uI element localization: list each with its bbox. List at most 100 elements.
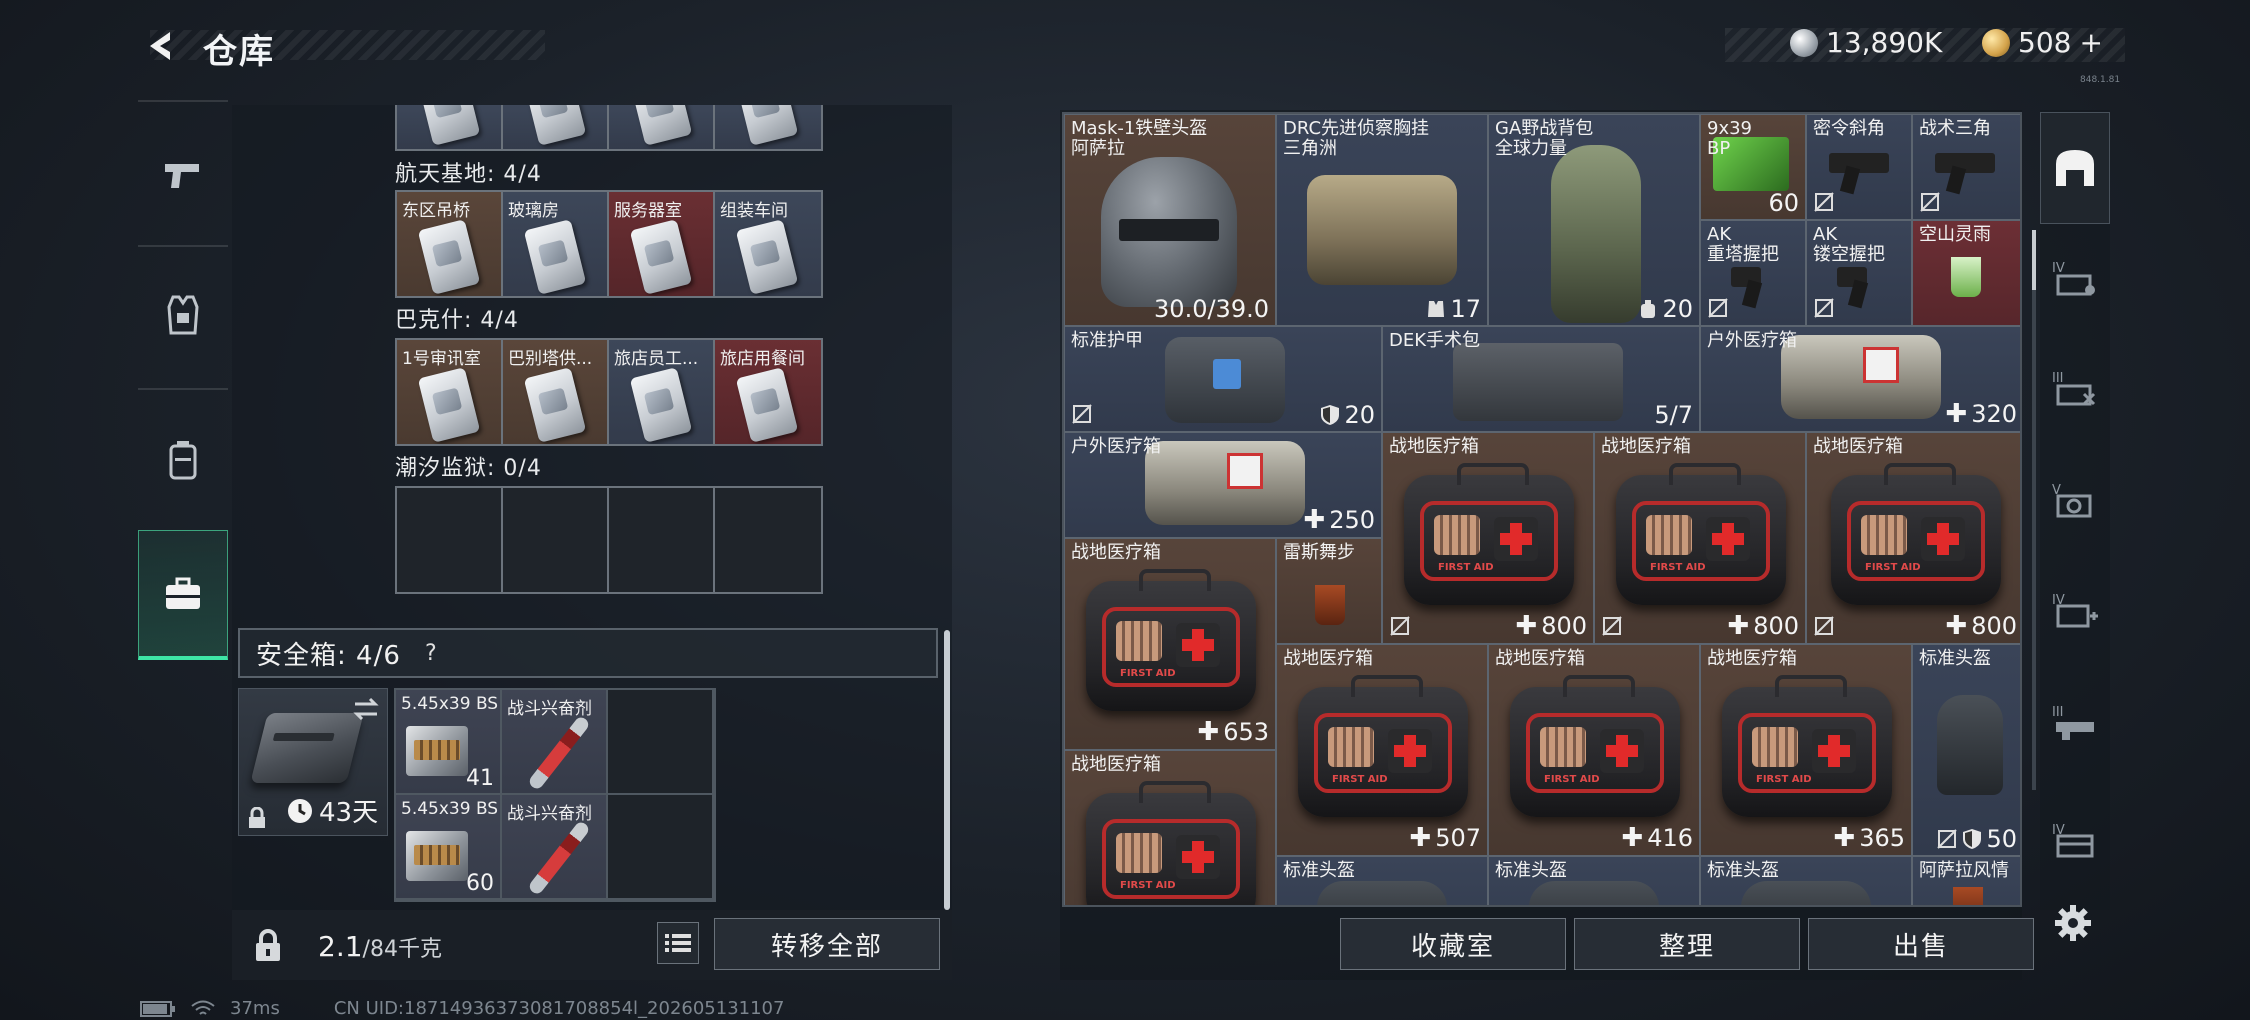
item-field-medkit[interactable]: 战地医疗箱 FIRST AID ✚ 800: [1382, 432, 1594, 644]
key-slot[interactable]: [715, 105, 821, 149]
sell-button[interactable]: 出售: [1808, 918, 2034, 970]
safe-slot-empty[interactable]: [608, 690, 714, 795]
item-field-medkit[interactable]: 战地医疗箱 FIRST AID ✚ 653: [1064, 538, 1276, 750]
nav-weapons[interactable]: [138, 110, 228, 240]
safe-duration: 43天: [287, 792, 378, 829]
collection-room-button[interactable]: 收藏室: [1340, 918, 1566, 970]
stash-tab-v[interactable]: V: [2040, 450, 2110, 550]
key-slot[interactable]: 东区吊桥: [397, 192, 503, 296]
first-aid-kit-icon: FIRST AID: [1831, 463, 2001, 605]
organize-button[interactable]: 整理: [1574, 918, 1800, 970]
key-slot[interactable]: 服务器室: [609, 192, 715, 296]
back-button[interactable]: [138, 24, 182, 68]
item-dek-surgical-kit[interactable]: DEK手术包 5/7: [1382, 326, 1700, 432]
gold-coin-icon: [1982, 28, 2010, 57]
warehouse-icon: [2056, 150, 2094, 186]
item-name: 户外医疗箱: [1071, 436, 1161, 457]
gold-currency[interactable]: 508 +: [1982, 26, 2103, 59]
key-slot[interactable]: 旅店员工...: [609, 340, 715, 444]
stash-tab-iv-1[interactable]: IV: [2040, 228, 2110, 328]
key-slot-empty[interactable]: [503, 488, 609, 592]
left-scrollbar[interactable]: [944, 630, 950, 910]
item-name: 战地医疗箱: [1389, 436, 1479, 457]
nav-backpack[interactable]: [138, 395, 228, 525]
stash-tab-iv-2[interactable]: IV: [2040, 560, 2110, 660]
item-hp: ✚ 800: [1515, 611, 1587, 641]
nav-armor[interactable]: [138, 250, 228, 380]
lock-button[interactable]: [240, 918, 296, 974]
item-angled-grip[interactable]: 密令斜角: [1806, 114, 1912, 220]
key-slot[interactable]: [397, 105, 503, 149]
safe-item-ammo[interactable]: 5.45x39 BS 60: [396, 795, 502, 900]
item-field-medkit[interactable]: 战地医疗箱 FIRST AID ✚ 365: [1700, 644, 1912, 856]
briefcase-icon: [166, 577, 200, 609]
item-outdoor-medkit[interactable]: 户外医疗箱 ✚ 320: [1700, 326, 2020, 432]
stash-tab-all[interactable]: [2040, 112, 2110, 224]
item-ga-backpack[interactable]: GA野战背包 全球力量 20: [1488, 114, 1700, 326]
item-ak-grip-heavy[interactable]: AK 重塔握把: [1700, 220, 1806, 326]
key-slot[interactable]: 巴别塔供...: [503, 340, 609, 444]
key-slot[interactable]: 组装车间: [715, 192, 821, 296]
capacity-value: 20: [1662, 295, 1693, 323]
grip-icon: [1935, 153, 1995, 173]
wifi-icon: [191, 1000, 215, 1015]
item-leisi-dance[interactable]: 雷斯舞步: [1276, 538, 1382, 644]
key-slot[interactable]: [609, 105, 715, 149]
stash-tab-iii-2[interactable]: III: [2040, 672, 2110, 772]
item-standard-helmet[interactable]: 标准头盔: [1488, 856, 1700, 905]
item-field-medkit[interactable]: 战地医疗箱 FIRST AID ✚ 800: [1806, 432, 2020, 644]
nav-safebox[interactable]: [138, 530, 228, 660]
stash-tab-iii-1[interactable]: III: [2040, 338, 2110, 438]
item-asala-style[interactable]: 阿萨拉风情: [1912, 856, 2020, 905]
safe-slot-empty[interactable]: [608, 795, 714, 900]
transfer-all-button[interactable]: 转移全部: [714, 918, 940, 970]
item-field-medkit[interactable]: 战地医疗箱 FIRST AID: [1064, 750, 1276, 905]
safe-case-icon: [250, 713, 364, 783]
item-standard-armor[interactable]: 标准护甲 20: [1064, 326, 1382, 432]
item-outdoor-medkit[interactable]: 户外医疗箱 ✚ 250: [1064, 432, 1382, 538]
item-tactical-grip[interactable]: 战术三角: [1912, 114, 2020, 220]
key-slot[interactable]: 玻璃房: [503, 192, 609, 296]
item-standard-helmet[interactable]: 标准头盔: [1700, 856, 1912, 905]
help-button[interactable]: ?: [415, 637, 447, 669]
item-field-medkit[interactable]: 战地医疗箱 FIRST AID ✚ 416: [1488, 644, 1700, 856]
key-slot[interactable]: 1号审讯室: [397, 340, 503, 444]
no-sale-icon: [1390, 616, 1410, 636]
safe-item-ammo[interactable]: 5.45x39 BS 41: [396, 690, 502, 795]
stash-tabs-scrollbar[interactable]: [2032, 230, 2036, 790]
pistol-icon: [165, 164, 199, 188]
item-standard-helmet[interactable]: 标准头盔 50: [1912, 644, 2020, 856]
settings-button[interactable]: [2050, 900, 2096, 946]
key-slot[interactable]: 旅店用餐间: [715, 340, 821, 444]
key-slot[interactable]: [503, 105, 609, 149]
key-slot-empty[interactable]: [715, 488, 821, 592]
item-field-medkit[interactable]: 战地医疗箱 FIRST AID ✚ 800: [1594, 432, 1806, 644]
item-standard-helmet[interactable]: 标准头盔: [1276, 856, 1488, 905]
safe-box-header: 安全箱: 4/6 ?: [238, 628, 938, 678]
add-gold-icon[interactable]: +: [2079, 26, 2102, 59]
list-view-button[interactable]: [657, 922, 699, 964]
helmet-icon: [1529, 881, 1659, 905]
item-field-medkit[interactable]: 战地医疗箱 FIRST AID ✚ 507: [1276, 644, 1488, 856]
key-slot-empty[interactable]: [609, 488, 715, 592]
item-mask-helmet[interactable]: Mask-1铁壁头盔 阿萨拉 30.0/39.0: [1064, 114, 1276, 326]
safe-box-case[interactable]: 43天: [238, 688, 388, 836]
keycard-icon: [735, 105, 799, 146]
item-hp: ✚ 507: [1409, 823, 1481, 853]
keycard-icon: [523, 219, 587, 295]
svg-text:IV: IV: [2052, 261, 2065, 276]
drink-icon: [1951, 257, 1981, 297]
storage-tab-icon: IV: [2052, 261, 2095, 296]
safe-item-stim[interactable]: 战斗兴奋剂: [502, 795, 608, 900]
user-uid: CN UID:18714936373081708854l_20260513110…: [333, 998, 785, 1019]
stash-tab-iv-3[interactable]: IV: [2040, 790, 2110, 890]
swap-icon[interactable]: [351, 697, 381, 721]
safe-item-stim[interactable]: 战斗兴奋剂: [502, 690, 608, 795]
item-9x39-ammo[interactable]: 9x39 BP 60: [1700, 114, 1806, 220]
item-kongshan-lingyu[interactable]: 空山灵雨: [1912, 220, 2020, 326]
item-ak-grip-hollow[interactable]: AK 镂空握把: [1806, 220, 1912, 326]
stash-grid: Mask-1铁壁头盔 阿萨拉 30.0/39.0 DRC先进侦察胸挂 三角洲 1…: [1062, 112, 2022, 907]
key-slot-empty[interactable]: [397, 488, 503, 592]
first-aid-kit-icon: FIRST AID: [1086, 569, 1256, 711]
item-drc-chest-rig[interactable]: DRC先进侦察胸挂 三角洲 17: [1276, 114, 1488, 326]
